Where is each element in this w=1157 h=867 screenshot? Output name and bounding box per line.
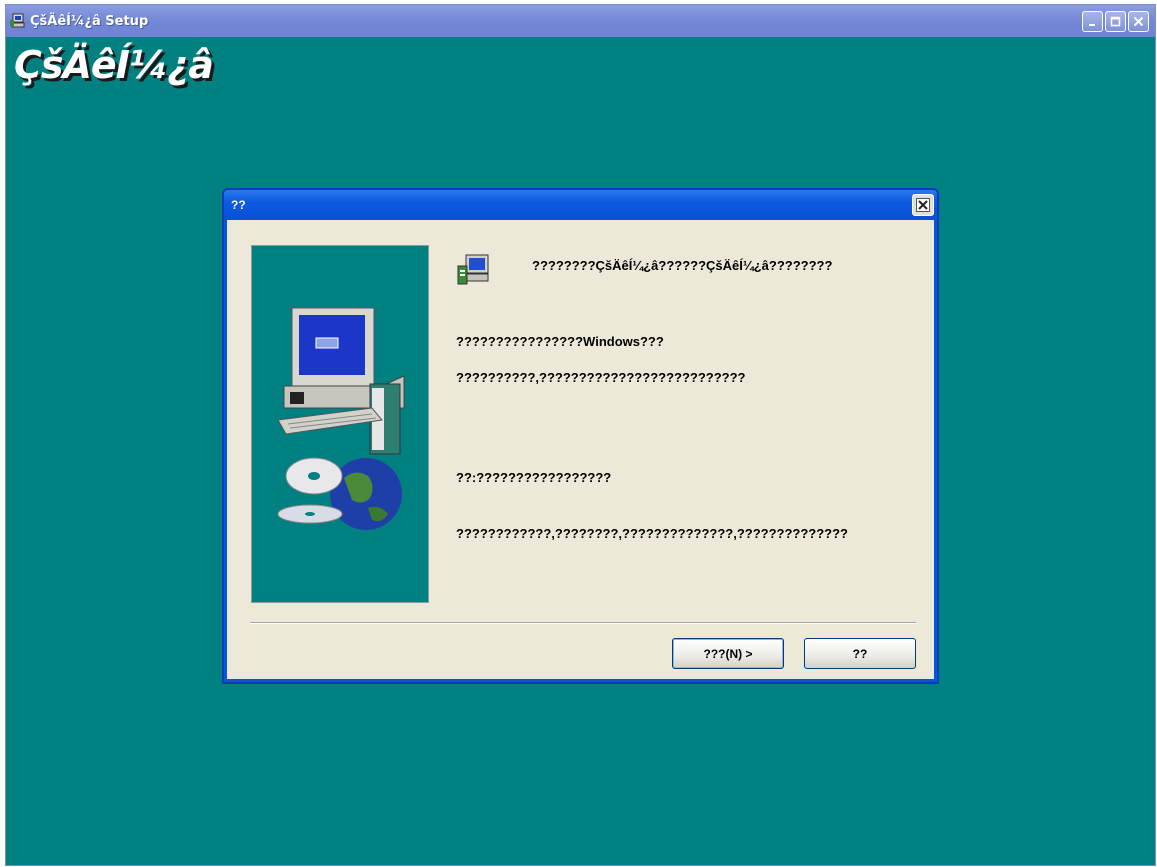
dialog-title: ?? xyxy=(231,198,246,212)
dialog-message-5: ????????????,????????,??????????????,???… xyxy=(456,526,848,541)
side-illustration-panel xyxy=(251,245,429,603)
computer-with-cds-illustration xyxy=(277,308,405,530)
dialog-message-2: ????????????????Windows??? xyxy=(456,334,664,349)
minimize-button[interactable] xyxy=(1082,11,1103,32)
setup-computer-icon xyxy=(457,254,489,285)
setup-computer-icon xyxy=(10,13,25,28)
dialog-titlebar[interactable]: ?? xyxy=(224,190,937,220)
window-controls xyxy=(1082,11,1149,32)
minimize-icon xyxy=(1089,24,1095,26)
close-button[interactable] xyxy=(1128,11,1149,32)
dialog-close-button[interactable] xyxy=(912,194,934,216)
dialog-body: ????????ÇšÄêÍ¼¿â??????ÇšÄêÍ¼¿â???????? ?… xyxy=(227,220,934,679)
maximize-icon xyxy=(1110,16,1121,27)
setup-dialog: ?? ????????ÇšÄêÍ¼¿â??????ÇšÄêÍ¼¿â???????… xyxy=(222,188,939,684)
cancel-button[interactable]: ?? xyxy=(804,638,916,669)
close-icon xyxy=(916,198,930,212)
dialog-message-4: ??:????????????????? xyxy=(456,470,612,485)
next-button[interactable]: ???(N) > xyxy=(672,638,784,669)
app-banner-title: ÇšÄêÍ¼¿â xyxy=(14,43,214,87)
window-titlebar[interactable]: ÇšÄêÍ¼¿â Setup xyxy=(6,5,1155,37)
dialog-message-3: ??????????,?????????????????????????? xyxy=(456,370,746,385)
maximize-button[interactable] xyxy=(1105,11,1126,32)
window-title: ÇšÄêÍ¼¿â Setup xyxy=(30,13,149,29)
dialog-message-1: ????????ÇšÄêÍ¼¿â??????ÇšÄêÍ¼¿â???????? xyxy=(532,258,833,273)
close-icon xyxy=(1133,16,1144,27)
button-separator xyxy=(250,622,916,624)
